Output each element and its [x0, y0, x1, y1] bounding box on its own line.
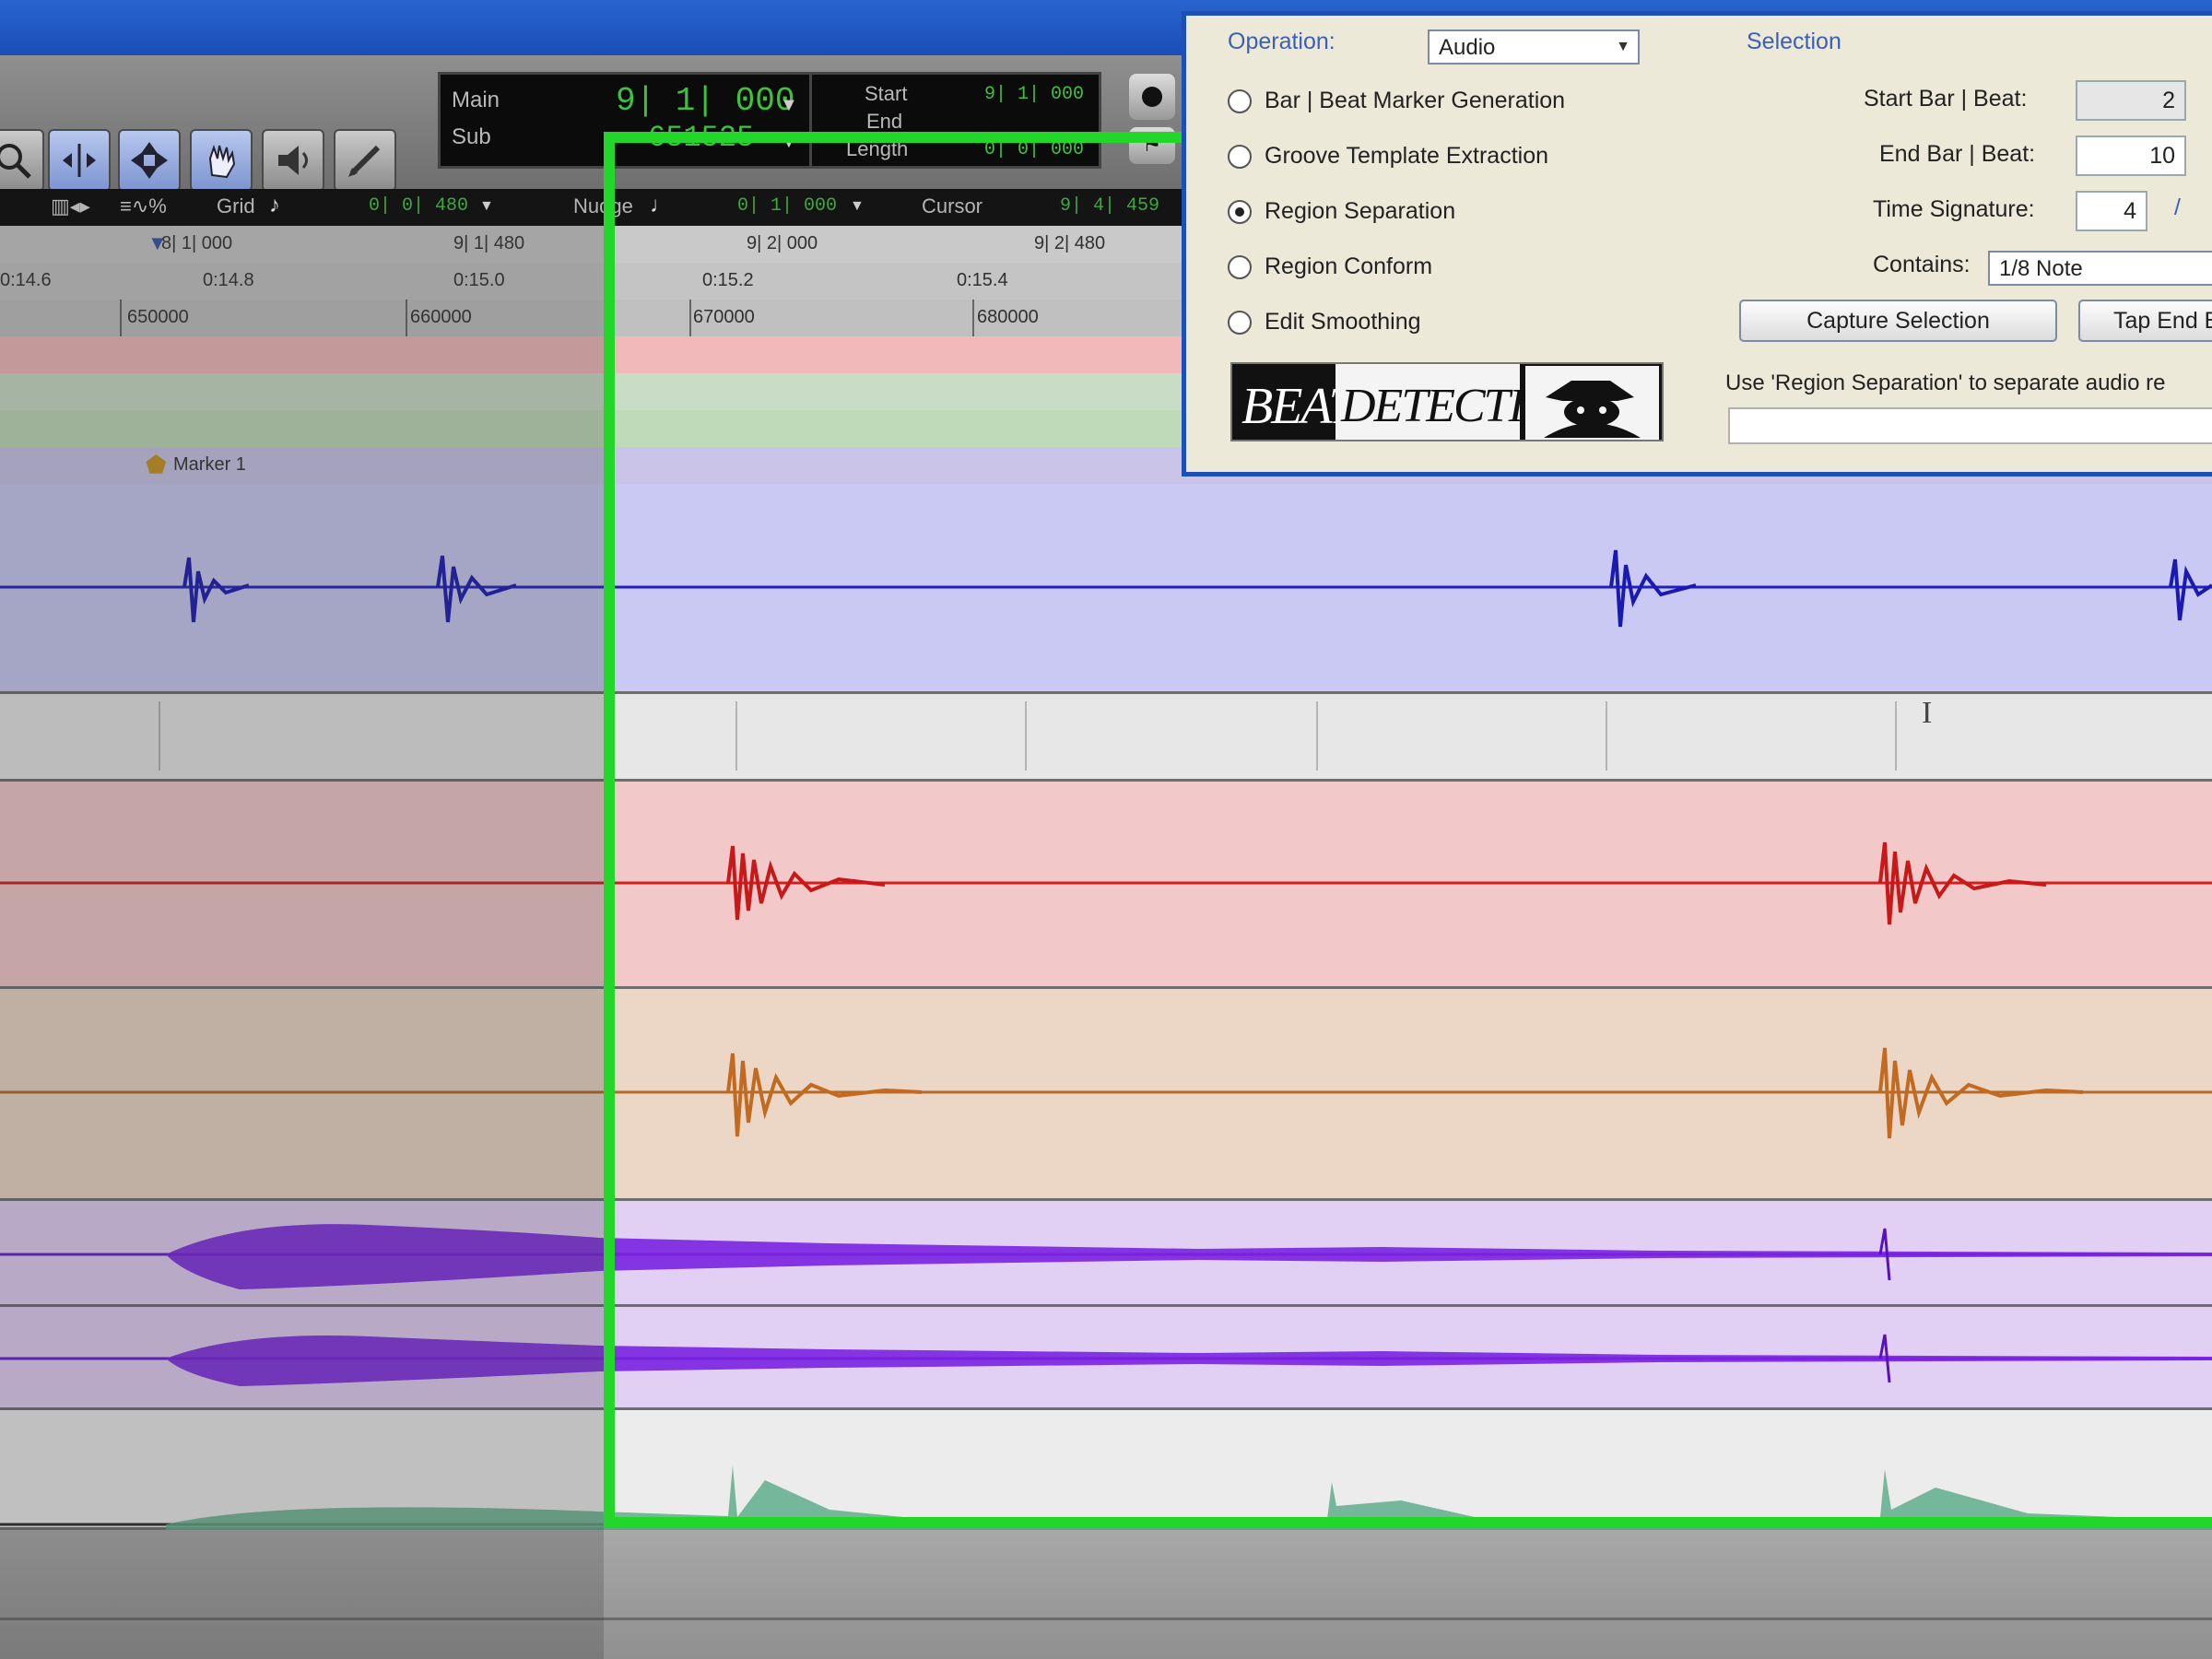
main-counter-value: 9| 1| 000: [616, 82, 795, 120]
start-value[interactable]: 9| 1| 000: [984, 84, 1084, 105]
grid-value[interactable]: 0| 0| 480: [369, 195, 468, 217]
time-signature-separator: /: [2174, 194, 2181, 220]
main-counter-dropdown-icon[interactable]: ▼: [780, 95, 798, 116]
end-bar-beat-label: End Bar | Beat:: [1879, 141, 2036, 167]
pencil-tool-button[interactable]: [334, 129, 396, 192]
grid-dropdown-icon[interactable]: ▼: [479, 198, 494, 215]
selection-label: Selection: [1747, 29, 1841, 54]
zoom-icon: [0, 144, 31, 179]
radio-bar-beat-marker-generation[interactable]: [1228, 89, 1252, 113]
option-label: Groove Template Extraction: [1265, 143, 1549, 169]
grid-label: Grid: [217, 194, 255, 218]
contains-value: 1/8 Note: [1999, 256, 2083, 281]
operation-value: Audio: [1439, 35, 1496, 60]
option-label: Region Conform: [1265, 253, 1433, 279]
beat-detective-logo: BEAT DETECTIVE: [1230, 362, 1664, 441]
detective-icon: [1525, 366, 1659, 440]
start-bar-beat-label: Start Bar | Beat:: [1864, 86, 2028, 112]
contains-select[interactable]: 1/8 Note ▼: [1988, 251, 2212, 286]
hint-text: Use 'Region Separation' to separate audi…: [1725, 371, 2166, 395]
progress-bar: [1728, 407, 2212, 444]
chevron-down-icon: ▼: [1616, 39, 1630, 54]
zoomer-tool-button[interactable]: [0, 129, 44, 192]
radio-groove-template-extraction[interactable]: [1228, 145, 1252, 169]
scrubber-tool-button[interactable]: [262, 129, 324, 192]
operation-select[interactable]: Audio ▼: [1428, 29, 1640, 65]
pencil-icon: [348, 145, 381, 177]
option-label: Bar | Beat Marker Generation: [1265, 88, 1566, 113]
tab-to-transient-icon[interactable]: ▥◂▸: [51, 194, 90, 218]
radio-edit-smoothing[interactable]: [1228, 311, 1252, 335]
record-button[interactable]: [1129, 74, 1175, 120]
time-signature-numerator-field[interactable]: 4: [2076, 191, 2147, 231]
trim-icon: [63, 144, 96, 177]
end-bar-beat-field[interactable]: 10: [2076, 135, 2186, 176]
option-label: Region Separation: [1265, 198, 1456, 224]
speaker-icon: [278, 146, 308, 175]
capture-selection-button[interactable]: Capture Selection: [1739, 300, 2057, 342]
unselected-area-overlay: [0, 226, 604, 1659]
note-icon: ♪: [269, 193, 280, 218]
start-bar-beat-field[interactable]: 2: [2076, 80, 2186, 121]
start-label: Start: [865, 82, 908, 105]
operation-label: Operation:: [1228, 29, 1335, 54]
tap-end-button[interactable]: Tap End B: [2078, 300, 2212, 342]
main-label: Main: [452, 88, 500, 112]
zoom-toggle-icon[interactable]: ≡∿%: [120, 194, 167, 218]
radio-region-conform[interactable]: [1228, 255, 1252, 279]
grabber-tool-button[interactable]: [190, 129, 253, 192]
sub-label: Sub: [452, 124, 491, 149]
contains-label: Contains:: [1873, 252, 1971, 277]
radio-selected-dot: [1235, 207, 1244, 217]
option-label: Edit Smoothing: [1265, 309, 1421, 335]
time-signature-label: Time Signature:: [1873, 196, 2035, 222]
end-label: End: [866, 110, 903, 133]
selector-icon: [131, 142, 168, 179]
selector-tool-button[interactable]: [118, 129, 181, 192]
hand-icon: [208, 144, 236, 179]
radio-region-separation[interactable]: [1228, 200, 1252, 224]
trim-tool-button[interactable]: [48, 129, 111, 192]
record-dot-icon: [1142, 87, 1162, 107]
